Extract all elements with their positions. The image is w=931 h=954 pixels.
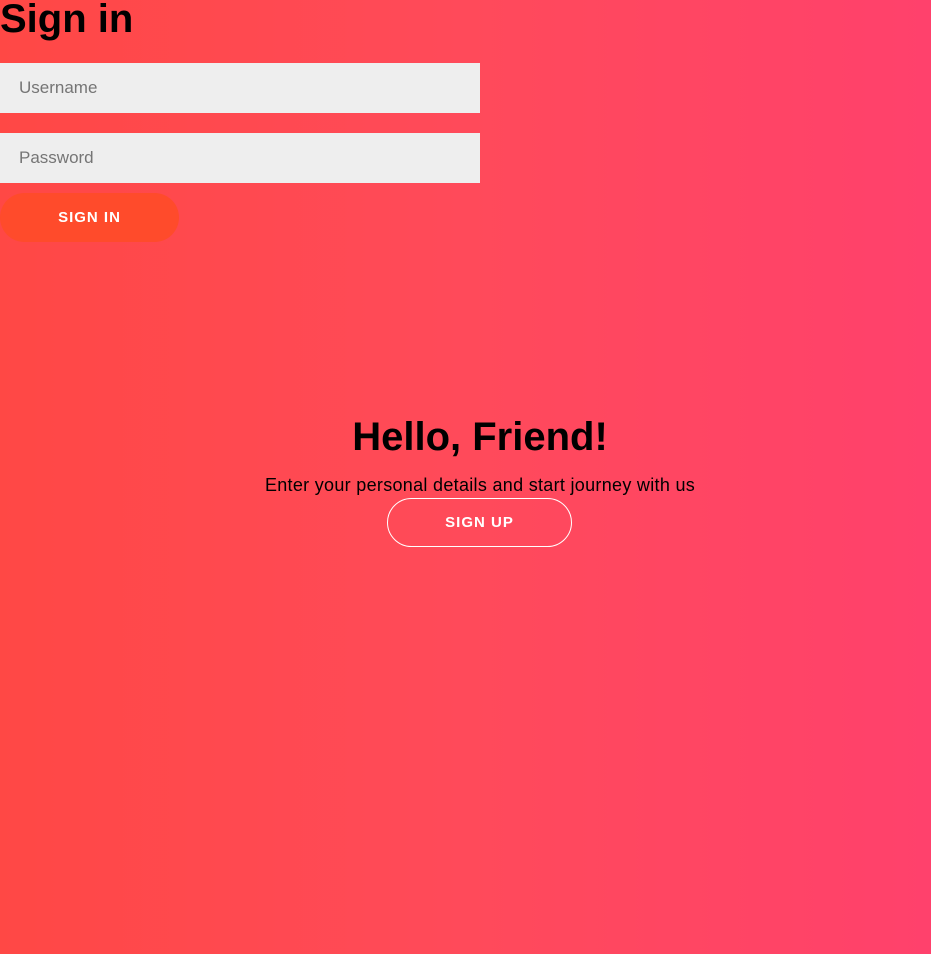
signin-button[interactable]: SIGN IN (0, 193, 179, 242)
signin-title: Sign in (0, 0, 134, 41)
username-input[interactable] (0, 63, 480, 113)
password-input[interactable] (0, 133, 480, 183)
overlay-title: Hello, Friend! (352, 415, 608, 459)
signup-button[interactable]: SIGN UP (387, 498, 572, 547)
login-page: { "signin": { "title": "Sign in", "usern… (0, 0, 931, 954)
overlay-text: Enter your personal details and start jo… (264, 475, 696, 495)
